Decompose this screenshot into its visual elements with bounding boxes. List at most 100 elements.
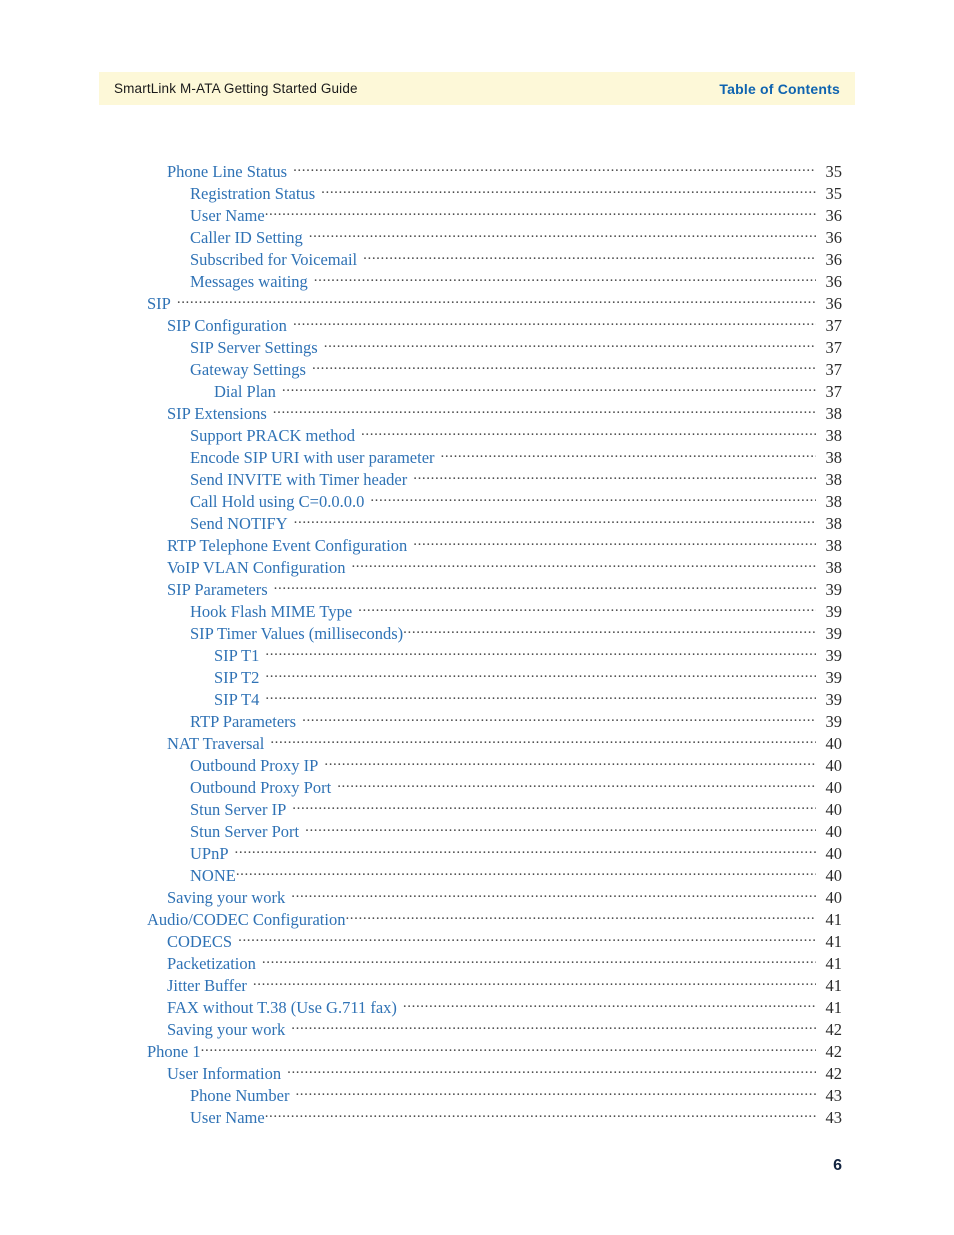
document-page: SmartLink M-ATA Getting Started Guide Ta… [0,0,954,1235]
toc-entry[interactable]: User Name 43 [0,1106,954,1128]
toc-entry[interactable]: Encode SIP URI with user parameter 38 [0,446,954,468]
toc-entry-page-number: 40 [825,777,843,797]
toc-entry[interactable]: Subscribed for Voicemail 36 [0,248,954,270]
toc-dot-leader [291,886,816,903]
toc-dot-leader [282,380,816,397]
toc-entry-label: SIP T1 [214,645,260,665]
toc-entry[interactable]: RTP Telephone Event Configuration 38 [0,534,954,556]
toc-entry-page-number: 38 [825,447,843,467]
toc-dot-leader [274,578,816,595]
toc-dot-leader [403,622,816,639]
toc-entry[interactable]: Outbound Proxy Port 40 [0,776,954,798]
toc-entry[interactable]: Saving your work 42 [0,1018,954,1040]
toc-entry-page-number: 36 [825,205,843,225]
toc-dot-leader [292,798,816,815]
toc-entry[interactable]: Jitter Buffer 41 [0,974,954,996]
toc-entry-label: Phone 1 [147,1041,201,1061]
toc-entry[interactable]: Registration Status 35 [0,182,954,204]
toc-dot-leader [262,952,816,969]
toc-entry[interactable]: Phone 1 42 [0,1040,954,1062]
toc-entry[interactable]: SIP T4 39 [0,688,954,710]
toc-entry-label: Phone Line Status [167,161,288,181]
toc-entry[interactable]: Send NOTIFY 38 [0,512,954,534]
toc-entry[interactable]: VoIP VLAN Configuration 38 [0,556,954,578]
toc-entry[interactable]: Stun Server Port 40 [0,820,954,842]
toc-entry[interactable]: Gateway Settings 37 [0,358,954,380]
toc-entry[interactable]: User Name 36 [0,204,954,226]
toc-entry-page-number: 35 [825,183,843,203]
toc-entry[interactable]: FAX without T.38 (Use G.711 fax) 41 [0,996,954,1018]
toc-entry[interactable]: RTP Parameters 39 [0,710,954,732]
toc-entry-label: Send INVITE with Timer header [190,469,408,489]
table-of-contents-list: Phone Line Status 35 Registration Status 35… [0,160,954,1128]
toc-dot-leader [238,930,816,947]
toc-entry-label: UPnP [190,843,229,863]
toc-dot-leader [312,358,816,375]
toc-dot-leader [305,820,816,837]
toc-entry-label: Outbound Proxy Port [190,777,332,797]
toc-entry-page-number: 37 [825,337,843,357]
toc-entry[interactable]: Hook Flash MIME Type 39 [0,600,954,622]
toc-entry-label: Send NOTIFY [190,513,288,533]
toc-entry[interactable]: Call Hold using C=0.0.0.0 38 [0,490,954,512]
toc-dot-leader [309,226,816,243]
toc-entry[interactable]: Outbound Proxy IP 40 [0,754,954,776]
toc-entry-page-number: 39 [825,601,843,621]
toc-entry-label: Caller ID Setting [190,227,303,247]
toc-entry[interactable]: Send INVITE with Timer header 38 [0,468,954,490]
toc-entry[interactable]: SIP Server Settings 37 [0,336,954,358]
toc-entry-page-number: 39 [825,645,843,665]
toc-entry[interactable]: CODECS 41 [0,930,954,952]
toc-entry-page-number: 36 [825,293,843,313]
toc-entry-label: SIP Parameters [167,579,268,599]
toc-entry-label: SIP Extensions [167,403,267,423]
toc-entry[interactable]: Packetization 41 [0,952,954,974]
toc-entry-page-number: 39 [825,579,843,599]
toc-entry[interactable]: Stun Server IP 40 [0,798,954,820]
toc-entry-page-number: 42 [825,1063,843,1083]
toc-dot-leader [265,1106,816,1123]
toc-dot-leader [201,1040,816,1057]
toc-entry[interactable]: SIP Extensions 38 [0,402,954,424]
toc-entry[interactable]: SIP Parameters 39 [0,578,954,600]
toc-dot-leader [314,270,816,287]
toc-dot-leader [324,336,816,353]
toc-entry[interactable]: NAT Traversal 40 [0,732,954,754]
toc-entry-label: FAX without T.38 (Use G.711 fax) [167,997,397,1017]
toc-entry-label: RTP Parameters [190,711,297,731]
toc-entry[interactable]: SIP T1 39 [0,644,954,666]
toc-entry[interactable]: User Information 42 [0,1062,954,1084]
toc-dot-leader [403,996,816,1013]
toc-dot-leader [413,534,816,551]
toc-entry[interactable]: SIP 36 [0,292,954,314]
toc-entry[interactable]: Phone Number 43 [0,1084,954,1106]
toc-entry[interactable]: SIP Timer Values (milliseconds) 39 [0,622,954,644]
toc-entry[interactable]: Caller ID Setting 36 [0,226,954,248]
toc-entry-page-number: 39 [825,623,843,643]
toc-entry[interactable]: SIP Configuration 37 [0,314,954,336]
toc-entry[interactable]: Saving your work 40 [0,886,954,908]
toc-dot-leader [265,666,816,683]
toc-entry-page-number: 39 [825,689,843,709]
toc-entry-page-number: 38 [825,535,843,555]
toc-dot-leader [293,160,816,177]
toc-entry-label: Registration Status [190,183,316,203]
toc-entry[interactable]: UPnP 40 [0,842,954,864]
toc-entry-label: Gateway Settings [190,359,306,379]
toc-entry-page-number: 40 [825,755,843,775]
toc-dot-leader [361,424,816,441]
toc-entry-page-number: 40 [825,843,843,863]
toc-entry-page-number: 41 [825,953,843,973]
toc-dot-leader [265,204,816,221]
toc-entry[interactable]: SIP T2 39 [0,666,954,688]
toc-entry[interactable]: Support PRACK method 38 [0,424,954,446]
toc-entry[interactable]: Phone Line Status 35 [0,160,954,182]
toc-entry[interactable]: NONE 40 [0,864,954,886]
toc-entry[interactable]: Messages waiting 36 [0,270,954,292]
toc-entry[interactable]: Dial Plan 37 [0,380,954,402]
toc-entry-label: NAT Traversal [167,733,265,753]
toc-entry-label: Dial Plan [214,381,276,401]
toc-entry[interactable]: Audio/CODEC Configuration 41 [0,908,954,930]
toc-entry-label: SIP [147,293,171,313]
toc-dot-leader [287,1062,816,1079]
